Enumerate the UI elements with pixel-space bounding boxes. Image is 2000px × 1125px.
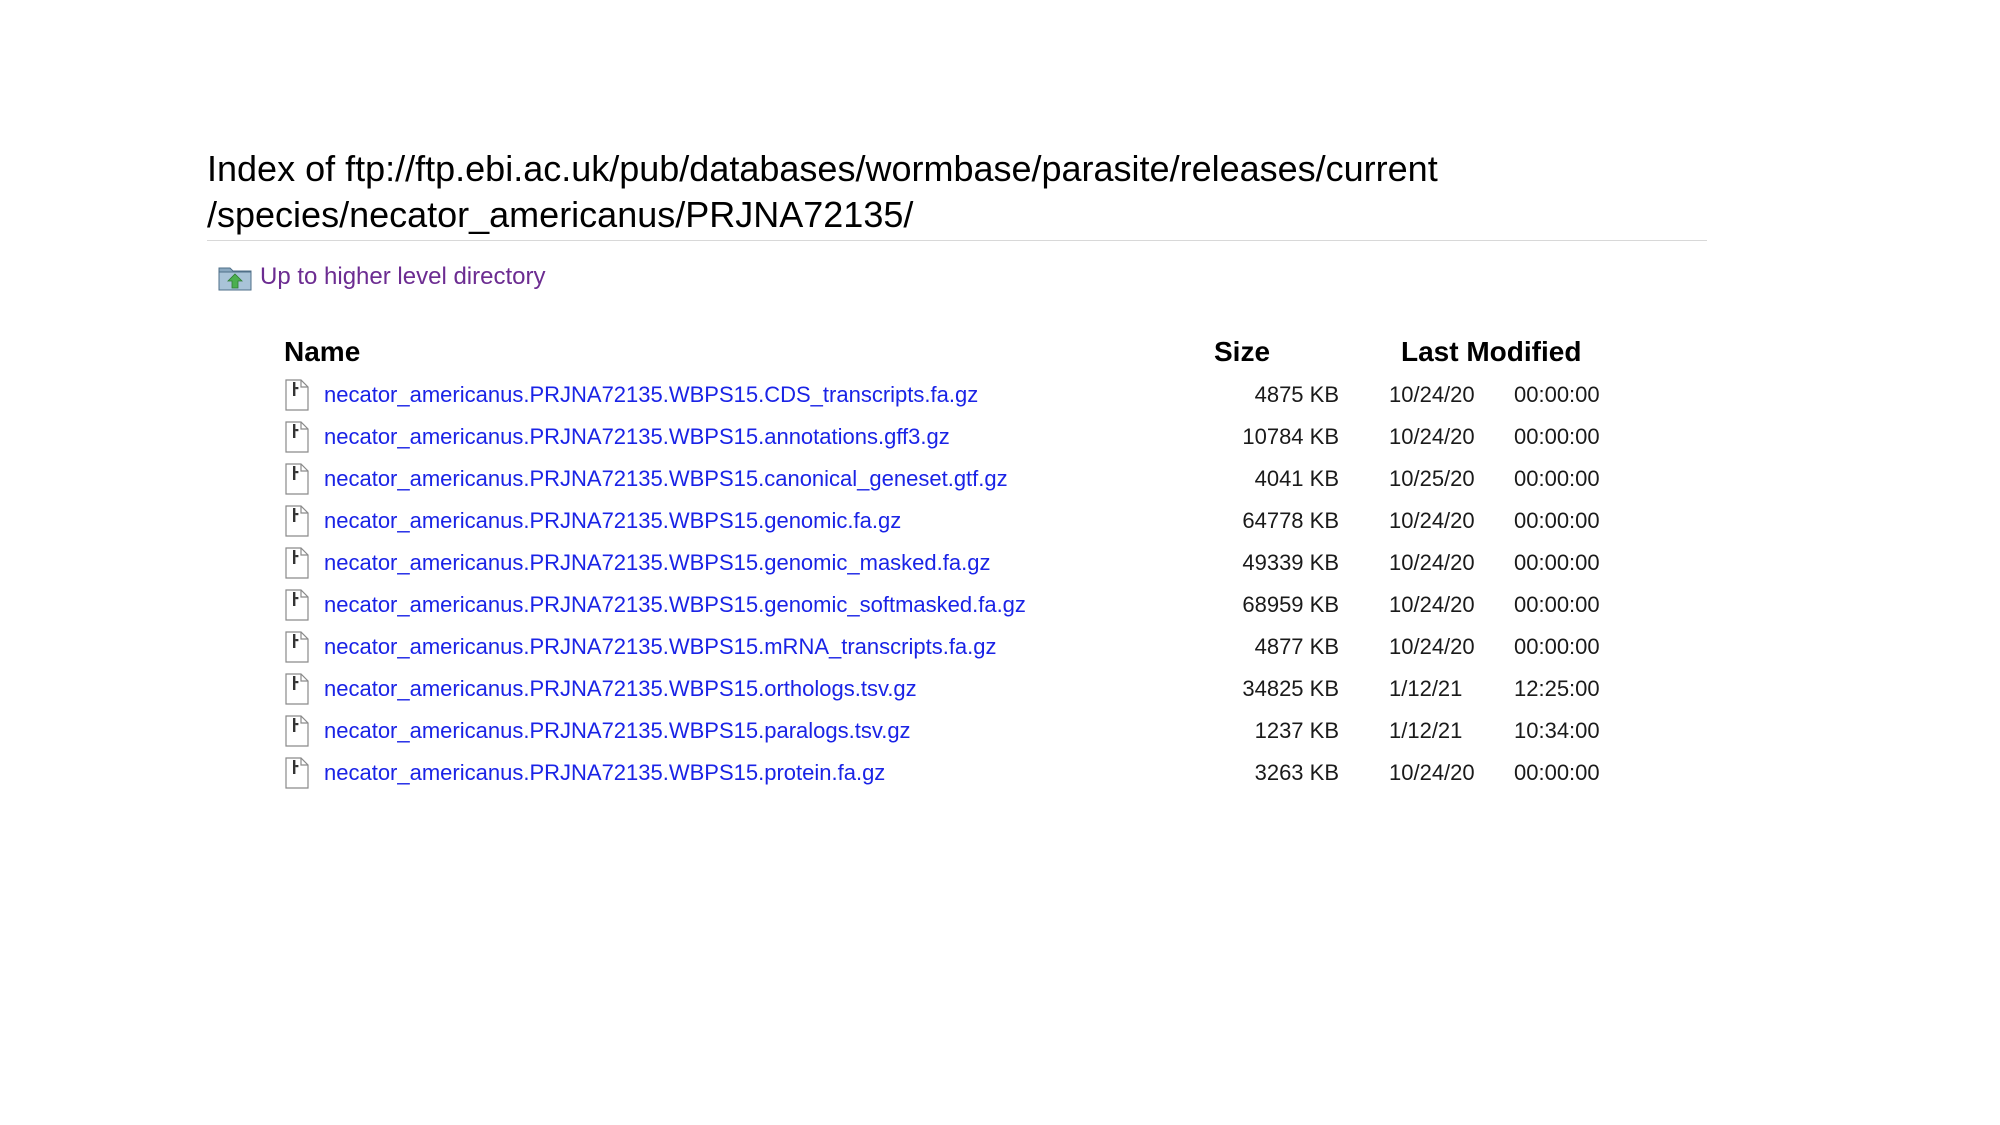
file-modified-time: 10:34:00 (1514, 718, 1600, 743)
archive-file-icon (284, 589, 310, 621)
up-to-parent-link[interactable]: Up to higher level directory (218, 263, 545, 291)
table-header-row: Name Size Last Modified (284, 330, 1634, 374)
file-link[interactable]: necator_americanus.PRJNA72135.WBPS15.mRN… (324, 634, 997, 660)
file-modified-time: 00:00:00 (1514, 424, 1600, 449)
folder-up-icon (218, 263, 252, 291)
file-link[interactable]: necator_americanus.PRJNA72135.WBPS15.gen… (324, 508, 901, 534)
file-modified-time: 00:00:00 (1514, 634, 1600, 659)
file-modified-date: 10/24/20 (1389, 760, 1475, 785)
file-size: 34825 KB (1242, 676, 1339, 701)
file-modified-date: 10/24/20 (1389, 550, 1475, 575)
file-modified-date: 10/25/20 (1389, 466, 1475, 491)
column-header-last-modified[interactable]: Last Modified (1361, 330, 1634, 374)
column-header-name[interactable]: Name (284, 330, 1214, 374)
table-row: necator_americanus.PRJNA72135.WBPS15.ort… (284, 668, 1634, 710)
archive-file-icon (284, 463, 310, 495)
file-modified-date: 10/24/20 (1389, 382, 1475, 407)
archive-file-icon (284, 757, 310, 789)
file-link[interactable]: necator_americanus.PRJNA72135.WBPS15.gen… (324, 550, 990, 576)
table-row: necator_americanus.PRJNA72135.WBPS15.mRN… (284, 626, 1634, 668)
file-size: 4875 KB (1254, 382, 1339, 407)
column-header-size[interactable]: Size (1214, 330, 1361, 374)
file-modified-time: 00:00:00 (1514, 550, 1600, 575)
file-name-cell: necator_americanus.PRJNA72135.WBPS15.par… (284, 710, 1214, 752)
file-modified-time: 00:00:00 (1514, 466, 1600, 491)
file-size: 68959 KB (1242, 592, 1339, 617)
file-size: 4877 KB (1254, 634, 1339, 659)
file-size: 10784 KB (1242, 424, 1339, 449)
file-modified-time: 00:00:00 (1514, 592, 1600, 617)
file-name-cell: necator_americanus.PRJNA72135.WBPS15.mRN… (284, 626, 1214, 668)
file-name-cell: necator_americanus.PRJNA72135.WBPS15.ort… (284, 668, 1214, 710)
table-row: necator_americanus.PRJNA72135.WBPS15.pro… (284, 752, 1634, 794)
table-row: necator_americanus.PRJNA72135.WBPS15.par… (284, 710, 1634, 752)
archive-file-icon (284, 379, 310, 411)
table-row: necator_americanus.PRJNA72135.WBPS15.CDS… (284, 374, 1634, 416)
file-modified-date: 10/24/20 (1389, 508, 1475, 533)
file-name-cell: necator_americanus.PRJNA72135.WBPS15.gen… (284, 500, 1214, 542)
table-row: necator_americanus.PRJNA72135.WBPS15.ann… (284, 416, 1634, 458)
file-size: 3263 KB (1254, 760, 1339, 785)
page-title-line-2: /species/necator_americanus/PRJNA72135/ (207, 194, 914, 235)
file-listing-table: Name Size Last Modified necator_american… (284, 330, 1634, 794)
table-row: necator_americanus.PRJNA72135.WBPS15.gen… (284, 542, 1634, 584)
file-link[interactable]: necator_americanus.PRJNA72135.WBPS15.CDS… (324, 382, 978, 408)
page-title-line-1: Index of ftp://ftp.ebi.ac.uk/pub/databas… (207, 148, 1438, 189)
archive-file-icon (284, 421, 310, 453)
file-link[interactable]: necator_americanus.PRJNA72135.WBPS15.par… (324, 718, 911, 744)
file-name-cell: necator_americanus.PRJNA72135.WBPS15.ann… (284, 416, 1214, 458)
table-row: necator_americanus.PRJNA72135.WBPS15.gen… (284, 584, 1634, 626)
up-to-parent-label: Up to higher level directory (260, 263, 546, 290)
file-link[interactable]: necator_americanus.PRJNA72135.WBPS15.can… (324, 466, 1008, 492)
file-name-cell: necator_americanus.PRJNA72135.WBPS15.CDS… (284, 374, 1214, 416)
file-name-cell: necator_americanus.PRJNA72135.WBPS15.pro… (284, 752, 1214, 794)
table-row: necator_americanus.PRJNA72135.WBPS15.gen… (284, 500, 1634, 542)
file-modified-time: 12:25:00 (1514, 676, 1600, 701)
file-modified-time: 00:00:00 (1514, 760, 1600, 785)
archive-file-icon (284, 505, 310, 537)
table-row: necator_americanus.PRJNA72135.WBPS15.can… (284, 458, 1634, 500)
file-size: 4041 KB (1254, 466, 1339, 491)
file-name-cell: necator_americanus.PRJNA72135.WBPS15.gen… (284, 542, 1214, 584)
file-modified-time: 00:00:00 (1514, 508, 1600, 533)
page-header: Index of ftp://ftp.ebi.ac.uk/pub/databas… (207, 146, 1707, 241)
file-size: 1237 KB (1254, 718, 1339, 743)
file-name-cell: necator_americanus.PRJNA72135.WBPS15.gen… (284, 584, 1214, 626)
file-size: 49339 KB (1242, 550, 1339, 575)
file-link[interactable]: necator_americanus.PRJNA72135.WBPS15.pro… (324, 760, 885, 786)
file-modified-date: 1/12/21 (1389, 676, 1463, 701)
file-modified-date: 1/12/21 (1389, 718, 1463, 743)
file-modified-date: 10/24/20 (1389, 424, 1475, 449)
file-link[interactable]: necator_americanus.PRJNA72135.WBPS15.ann… (324, 424, 950, 450)
archive-file-icon (284, 673, 310, 705)
file-name-cell: necator_americanus.PRJNA72135.WBPS15.can… (284, 458, 1214, 500)
file-modified-time: 00:00:00 (1514, 382, 1600, 407)
archive-file-icon (284, 715, 310, 747)
page-title: Index of ftp://ftp.ebi.ac.uk/pub/databas… (207, 146, 1707, 238)
archive-file-icon (284, 631, 310, 663)
file-rows: necator_americanus.PRJNA72135.WBPS15.CDS… (284, 374, 1634, 794)
file-link[interactable]: necator_americanus.PRJNA72135.WBPS15.gen… (324, 592, 1026, 618)
file-link[interactable]: necator_americanus.PRJNA72135.WBPS15.ort… (324, 676, 917, 702)
archive-file-icon (284, 547, 310, 579)
file-size: 64778 KB (1242, 508, 1339, 533)
file-modified-date: 10/24/20 (1389, 592, 1475, 617)
file-modified-date: 10/24/20 (1389, 634, 1475, 659)
